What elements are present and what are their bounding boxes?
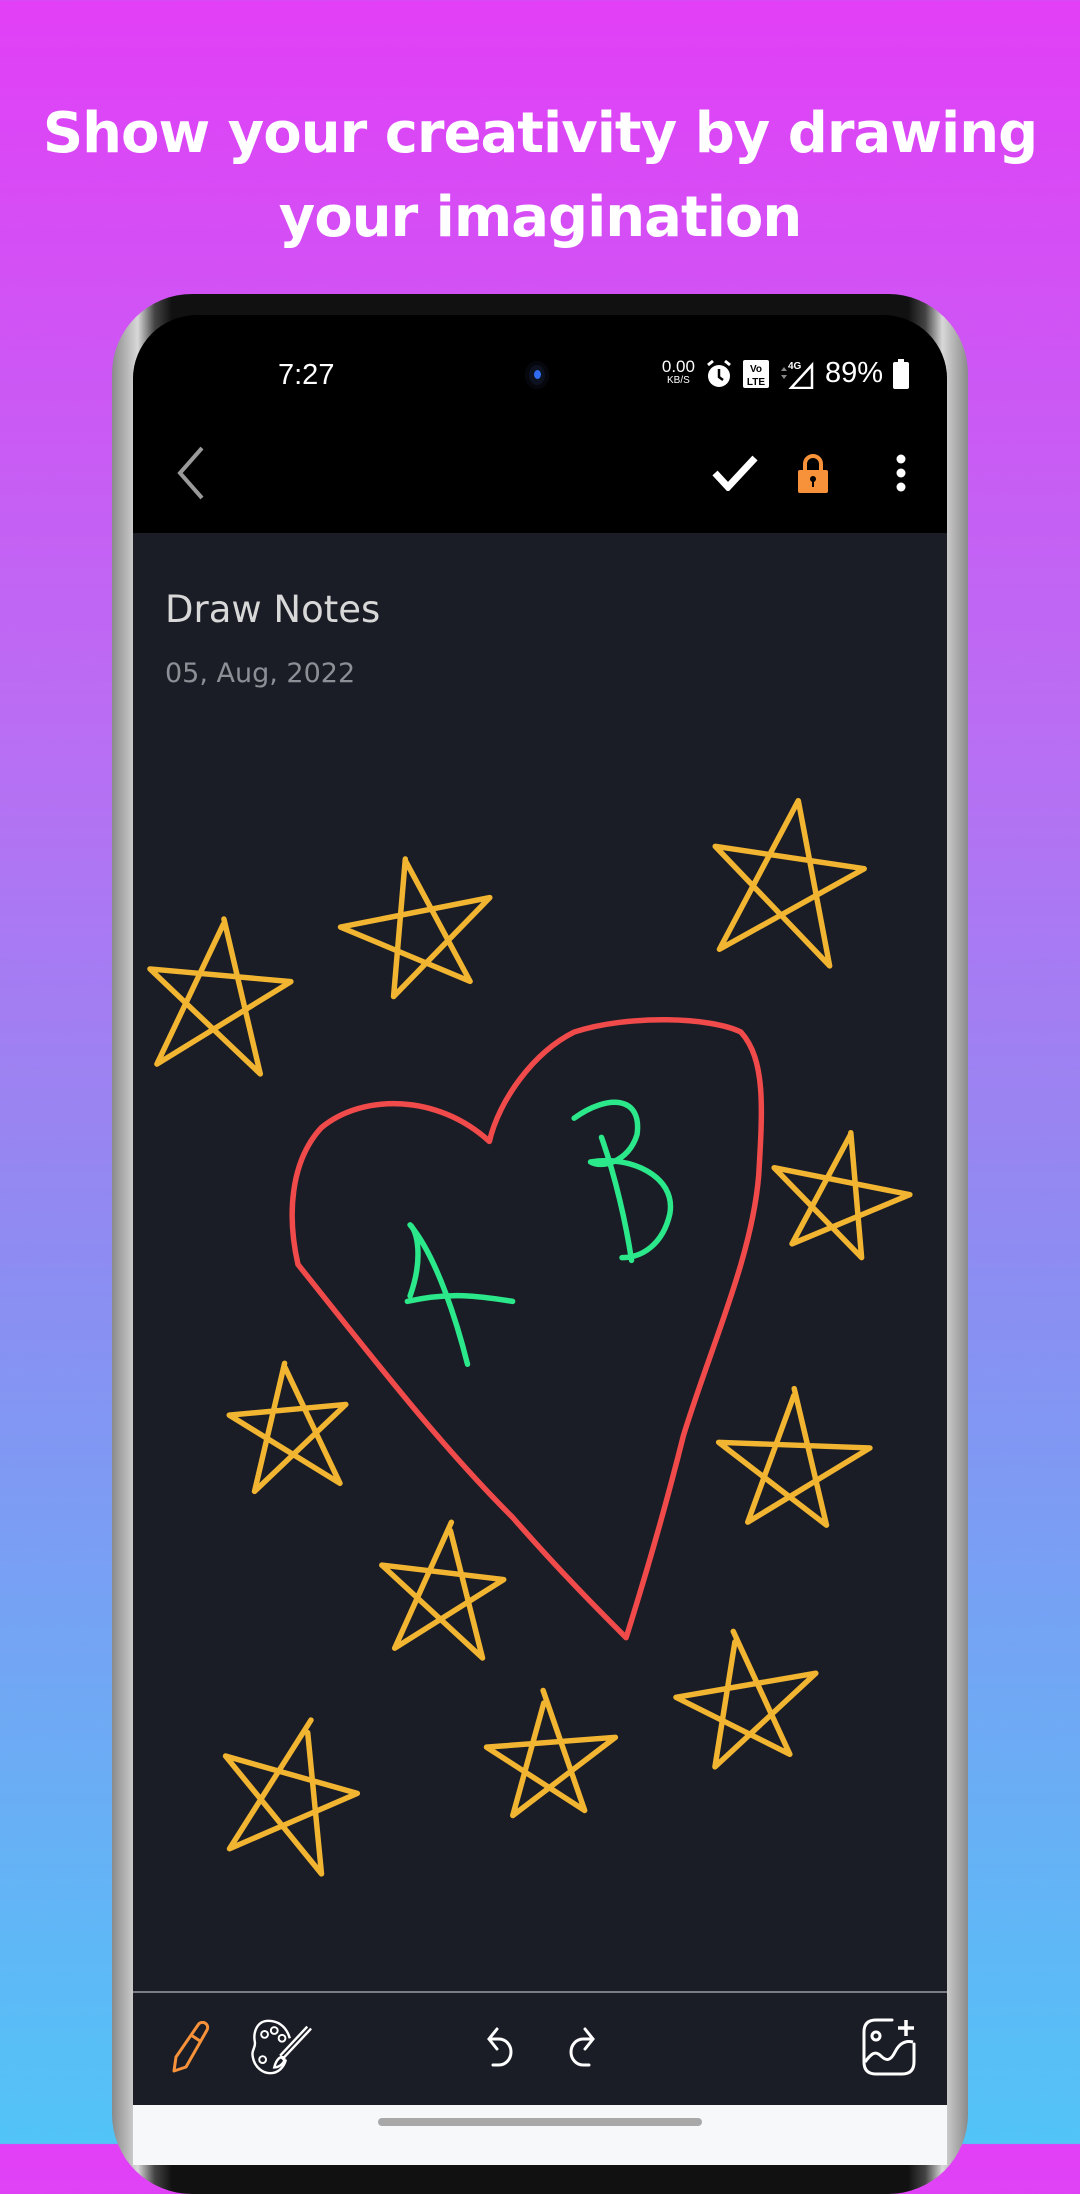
star-drawing [712, 798, 867, 969]
letter-b-drawing [571, 1099, 674, 1264]
star-drawing [715, 1385, 873, 1528]
star-drawing [337, 856, 493, 1000]
letter-a-drawing [404, 1222, 516, 1367]
star-drawing [771, 1129, 913, 1261]
star-drawing [226, 1360, 349, 1495]
star-drawing [379, 1519, 507, 1661]
star-drawing [147, 916, 294, 1077]
star-drawing [222, 1717, 361, 1877]
drawing-canvas[interactable] [0, 0, 1080, 2144]
star-drawing [673, 1628, 819, 1770]
star-drawing [483, 1687, 619, 1819]
heart-drawing [289, 1017, 765, 1641]
